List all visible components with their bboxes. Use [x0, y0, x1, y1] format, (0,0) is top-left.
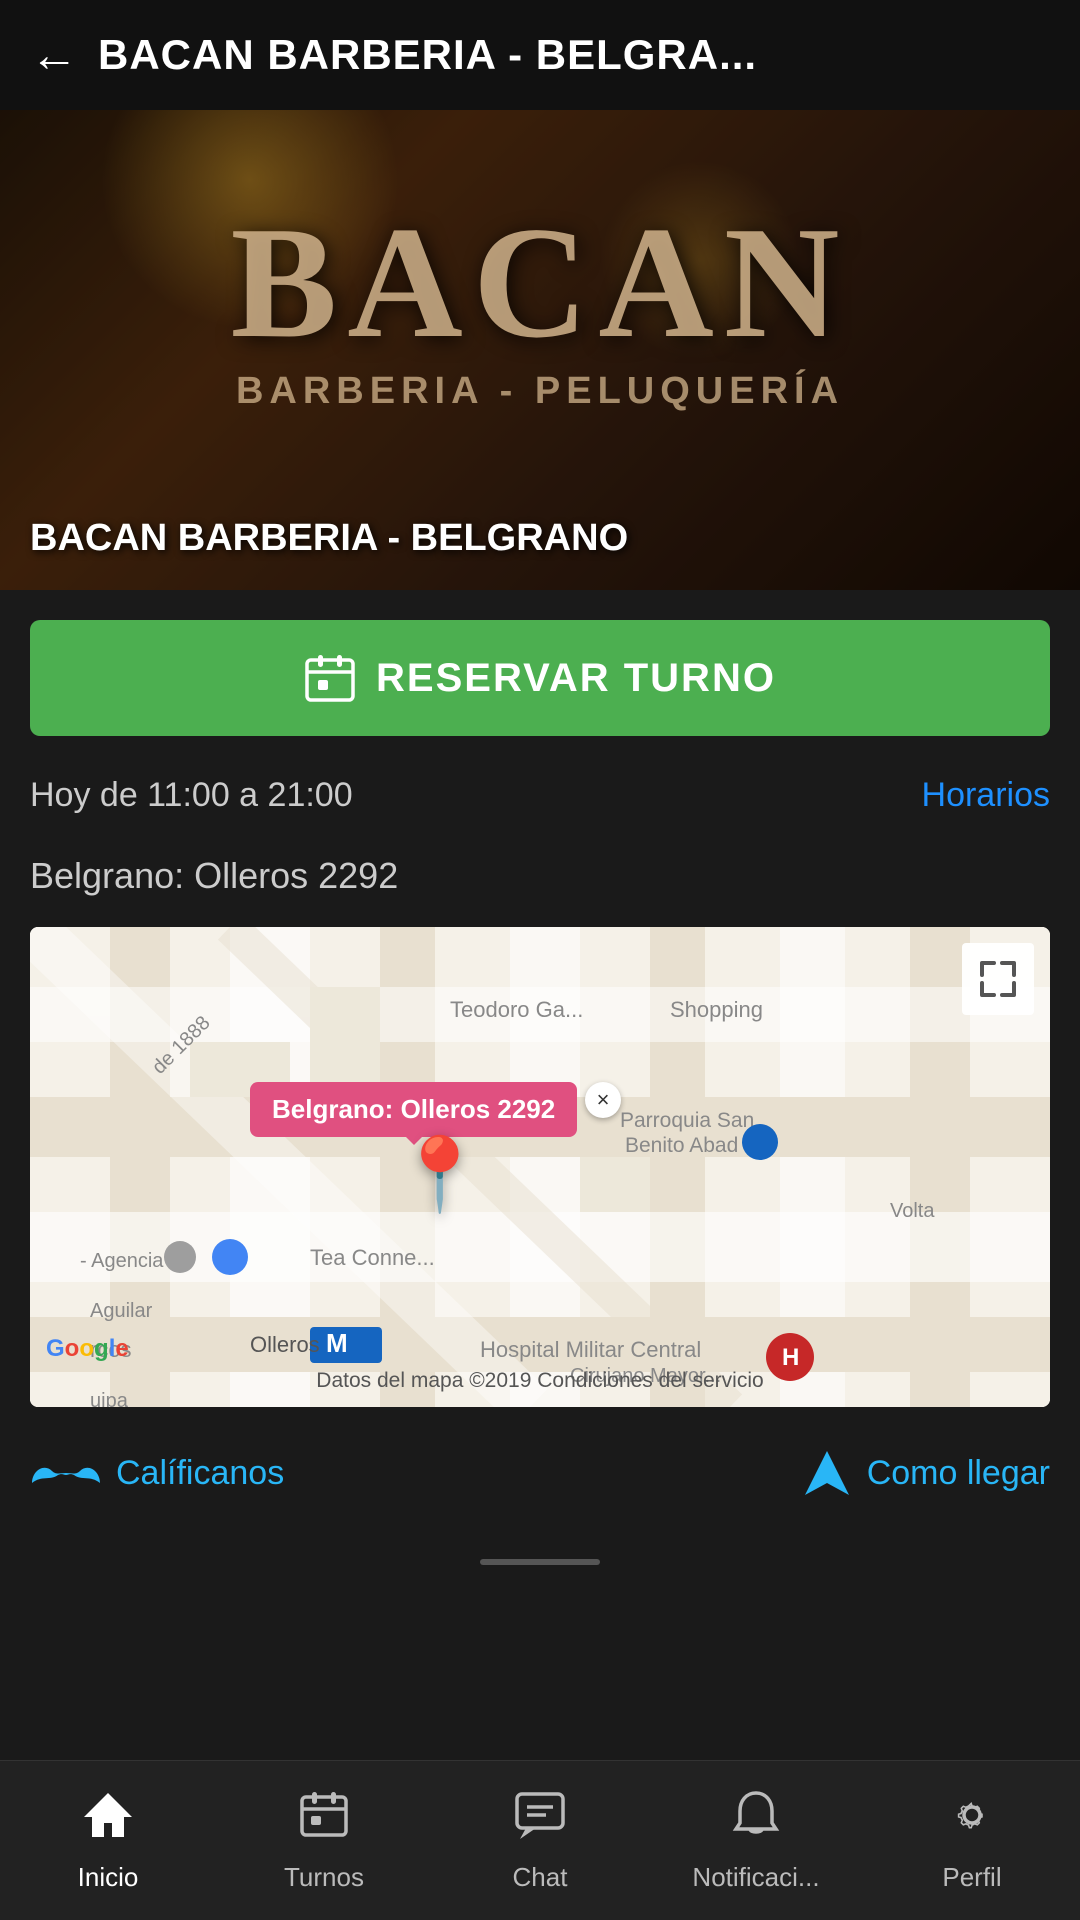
reserve-label: RESERVAR TURNO: [376, 656, 776, 701]
svg-text:Tea Conne...: Tea Conne...: [310, 1245, 435, 1270]
back-button[interactable]: ←: [30, 28, 78, 83]
hero-sub-text: BARBERIA - PELUQUERÍA: [236, 370, 844, 413]
map-expand-button[interactable]: [962, 943, 1034, 1015]
bottom-actions: Calíficanos Como llegar: [30, 1407, 1050, 1559]
nav-perfil-label: Perfil: [942, 1862, 1001, 1893]
svg-text:Benito Abad: Benito Abad: [625, 1134, 738, 1157]
mustache-icon: [30, 1453, 102, 1493]
nav-chat[interactable]: Chat: [432, 1789, 648, 1893]
home-icon: [82, 1789, 134, 1854]
nav-chat-label: Chat: [513, 1862, 568, 1893]
directions-button[interactable]: Como llegar: [801, 1447, 1050, 1499]
map-tooltip-close[interactable]: ×: [585, 1082, 621, 1118]
bell-icon: [730, 1789, 782, 1854]
hero-brand-text: BACAN: [231, 190, 850, 375]
address-text: Belgrano: Olleros 2292: [30, 835, 1050, 927]
scroll-indicator: [480, 1559, 600, 1565]
rate-label: Calíficanos: [116, 1454, 284, 1493]
svg-text:H: H: [782, 1344, 799, 1371]
svg-text:Volta: Volta: [890, 1200, 935, 1222]
reserve-button[interactable]: RESERVAR TURNO: [30, 620, 1050, 736]
horarios-link[interactable]: Horarios: [922, 776, 1050, 815]
svg-text:Hospital Militar Central: Hospital Militar Central: [480, 1337, 701, 1362]
hero-image: BACAN BARBERIA - PELUQUERÍA BACAN BARBER…: [0, 110, 1080, 590]
chat-icon: [514, 1789, 566, 1854]
map-container[interactable]: de 1888 Teodoro Ga... Tea Conne... rcos …: [30, 927, 1050, 1407]
nav-notificaciones-label: Notificaci...: [692, 1862, 819, 1893]
svg-text:Shopping: Shopping: [670, 997, 763, 1022]
hours-row: Hoy de 11:00 a 21:00 Horarios: [30, 736, 1050, 835]
svg-text:Teodoro Ga...: Teodoro Ga...: [450, 997, 583, 1022]
nav-notificaciones[interactable]: Notificaci...: [648, 1789, 864, 1893]
turnos-icon: [298, 1789, 350, 1854]
nav-turnos-label: Turnos: [284, 1862, 364, 1893]
svg-text:Olleros: Olleros: [250, 1332, 320, 1357]
directions-label: Como llegar: [867, 1454, 1050, 1493]
map-svg: de 1888 Teodoro Ga... Tea Conne... rcos …: [30, 927, 1050, 1407]
nav-perfil[interactable]: Perfil: [864, 1789, 1080, 1893]
map-tooltip: Belgrano: Olleros 2292: [250, 1082, 577, 1137]
nav-turnos[interactable]: Turnos: [216, 1789, 432, 1893]
header: ← BACAN BARBERIA - BELGRA...: [0, 0, 1080, 110]
hours-text: Hoy de 11:00 a 21:00: [30, 776, 353, 815]
navigate-icon: [801, 1447, 853, 1499]
rate-button[interactable]: Calíficanos: [30, 1453, 284, 1493]
calendar-icon: [304, 652, 356, 704]
nav-inicio[interactable]: Inicio: [0, 1789, 216, 1893]
svg-text:Aguilar: Aguilar: [90, 1300, 153, 1322]
bottom-nav: Inicio Turnos Chat: [0, 1760, 1080, 1920]
gear-icon: [946, 1789, 998, 1854]
page-title: BACAN BARBERIA - BELGRA...: [98, 31, 757, 79]
content-area: RESERVAR TURNO Hoy de 11:00 a 21:00 Hora…: [0, 620, 1080, 1565]
bottom-spacer: [0, 1585, 1080, 1765]
svg-text:Parroquia San: Parroquia San: [620, 1109, 754, 1132]
hero-shop-footer-name: BACAN BARBERIA - BELGRANO: [30, 517, 628, 560]
map-footer: Datos del mapa ©2019 Condiciones del ser…: [40, 1369, 1040, 1393]
svg-text:M: M: [326, 1328, 348, 1358]
map-pin: 📍: [395, 1132, 485, 1217]
google-logo: Google: [46, 1335, 129, 1363]
nav-inicio-label: Inicio: [78, 1862, 139, 1893]
